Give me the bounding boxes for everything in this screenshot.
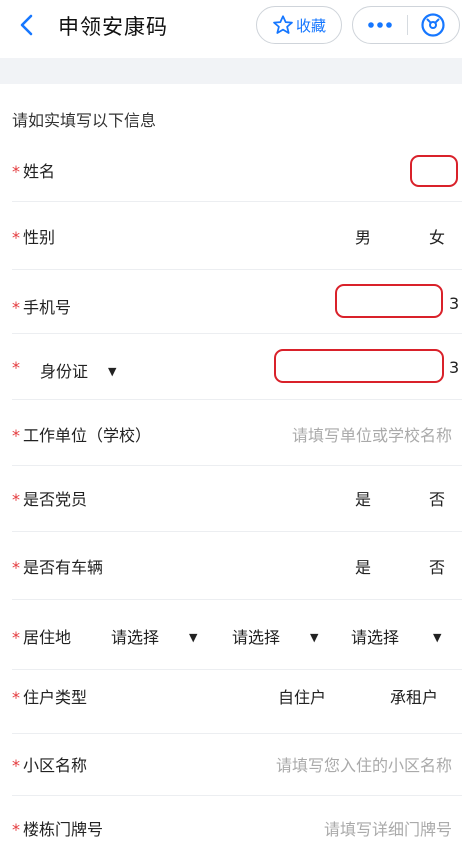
caret-down-icon: ▼ bbox=[189, 631, 198, 644]
star-outline-icon bbox=[273, 15, 293, 34]
work-unit-input[interactable]: 请填写单位或学校名称 bbox=[292, 422, 452, 446]
close-circle-icon bbox=[421, 13, 445, 37]
vehicle-option-yes[interactable]: 是 bbox=[355, 554, 371, 578]
field-label-phone: * 手机号 bbox=[12, 298, 72, 317]
chevron-left-icon bbox=[20, 14, 33, 36]
phone-visible-digit: 3 bbox=[449, 294, 460, 313]
form-row-building: * 楼栋门牌号 请填写详细门牌号 bbox=[0, 796, 462, 845]
form-row-party-member: * 是否党员 是 否 bbox=[0, 466, 462, 532]
field-label-building: * 楼栋门牌号 bbox=[12, 820, 104, 839]
required-mark: * bbox=[12, 162, 20, 181]
favorite-label: 收藏 bbox=[295, 16, 326, 35]
party-option-no[interactable]: 否 bbox=[429, 486, 445, 510]
back-button[interactable] bbox=[12, 10, 42, 40]
form-row-household-type: * 住户类型 自住户 承租户 bbox=[0, 670, 462, 734]
gender-option-female[interactable]: 女 bbox=[429, 224, 445, 248]
name-input[interactable] bbox=[410, 155, 458, 187]
caret-down-icon: ▼ bbox=[310, 631, 319, 644]
field-label-id-required: * bbox=[12, 358, 20, 377]
field-label-residence: * 居住地 bbox=[12, 628, 72, 647]
field-label-community: * 小区名称 bbox=[12, 756, 88, 775]
community-input[interactable]: 请填写您入住的小区名称 bbox=[276, 752, 452, 776]
form-row-community: * 小区名称 请填写您入住的小区名称 bbox=[0, 734, 462, 796]
nav-bar: 申领安康码 收藏 bbox=[0, 0, 462, 52]
form-row-residence: * 居住地 请选择 ▼ 请选择 ▼ 请选择 ▼ bbox=[0, 600, 462, 670]
page-title: 申领安康码 bbox=[58, 15, 168, 39]
more-dots-icon bbox=[367, 22, 392, 28]
section-spacer bbox=[0, 58, 462, 84]
party-option-yes[interactable]: 是 bbox=[355, 486, 371, 510]
field-label-gender: * 性别 bbox=[12, 228, 56, 247]
form-row-name: * 姓名 bbox=[0, 138, 462, 202]
city-select[interactable]: 请选择 ▼ bbox=[232, 624, 318, 648]
id-visible-digit: 3 bbox=[449, 358, 460, 377]
page: 申领安康码 收藏 请如实填写以下信息 * 姓名 * 性别 男 女 * 手机号 3… bbox=[0, 0, 462, 845]
favorite-button[interactable]: 收藏 bbox=[256, 6, 342, 44]
province-select[interactable]: 请选择 ▼ bbox=[111, 624, 197, 648]
field-label-name: * 姓名 bbox=[12, 162, 56, 181]
vehicle-option-no[interactable]: 否 bbox=[429, 554, 445, 578]
field-label-household-type: * 住户类型 bbox=[12, 688, 88, 707]
field-label-work-unit: * 工作单位（学校） bbox=[12, 426, 152, 445]
district-select[interactable]: 请选择 ▼ bbox=[351, 624, 441, 648]
id-card-input[interactable] bbox=[274, 349, 444, 383]
more-button[interactable] bbox=[353, 7, 407, 43]
gender-option-male[interactable]: 男 bbox=[355, 224, 371, 248]
caret-down-icon: ▼ bbox=[433, 631, 442, 644]
household-option-owner[interactable]: 自住户 bbox=[278, 684, 326, 708]
field-label-party-member: * 是否党员 bbox=[12, 490, 88, 509]
mini-program-capsule bbox=[352, 6, 460, 44]
building-input[interactable]: 请填写详细门牌号 bbox=[324, 816, 452, 840]
id-type-select[interactable]: 身份证 ▼ bbox=[40, 358, 116, 382]
form-row-phone: * 手机号 3 bbox=[0, 270, 462, 334]
form-intro: 请如实填写以下信息 bbox=[12, 111, 157, 130]
household-option-tenant[interactable]: 承租户 bbox=[390, 684, 438, 708]
close-button[interactable] bbox=[407, 7, 459, 43]
form-row-gender: * 性别 男 女 bbox=[0, 202, 462, 270]
caret-down-icon: ▼ bbox=[108, 365, 117, 378]
field-label-vehicle: * 是否有车辆 bbox=[12, 558, 104, 577]
form-row-id-card: * 身份证 ▼ 3 bbox=[0, 334, 462, 400]
form-row-vehicle: * 是否有车辆 是 否 bbox=[0, 532, 462, 600]
form-row-work-unit: * 工作单位（学校） 请填写单位或学校名称 bbox=[0, 400, 462, 466]
phone-input[interactable] bbox=[335, 284, 443, 318]
